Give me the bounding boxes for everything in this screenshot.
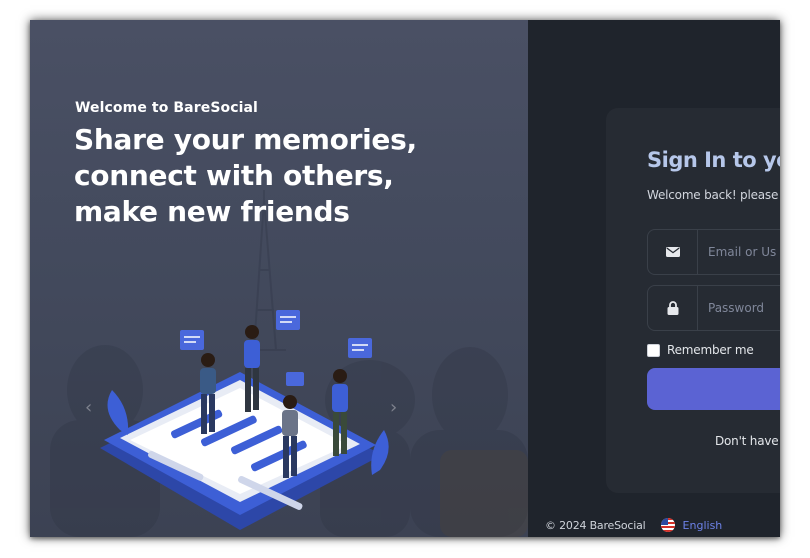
tagline-line-1: Share your memories, — [74, 123, 417, 156]
password-field[interactable] — [647, 285, 780, 331]
chevron-right-icon[interactable]: › — [390, 399, 397, 417]
email-input[interactable] — [708, 242, 780, 262]
language-selector[interactable]: English — [683, 519, 723, 532]
email-icon-box — [648, 230, 698, 274]
password-icon-box — [648, 286, 698, 330]
welcome-text: Welcome to BareSocial — [75, 100, 258, 116]
hero-section: Welcome to BareSocial Share your memorie… — [30, 20, 528, 537]
remember-label: Remember me — [667, 343, 754, 357]
tagline-line-2: connect with others, — [74, 159, 394, 192]
remember-me[interactable]: Remember me — [647, 343, 754, 357]
signin-title: Sign In to yo — [647, 148, 780, 172]
remember-checkbox[interactable] — [647, 343, 660, 357]
copyright-text: © 2024 BareSocial — [545, 518, 646, 532]
us-flag-icon — [660, 518, 675, 532]
auth-panel: Sign In to yo Welcome back! please Email… — [528, 20, 780, 537]
footer: © 2024 BareSocial English — [545, 518, 722, 532]
social-illustration — [100, 310, 389, 530]
signup-prompt: Don't have — [715, 434, 779, 448]
app-window: Welcome to BareSocial Share your memorie… — [30, 20, 780, 537]
tagline-line-3: make new friends — [74, 195, 350, 228]
signin-subtitle: Welcome back! please — [647, 188, 779, 202]
password-input[interactable] — [708, 298, 780, 318]
email-field[interactable] — [647, 229, 780, 275]
hero-tagline: Share your memories, connect with others… — [74, 122, 454, 230]
signin-card: Sign In to yo Welcome back! please Email… — [606, 108, 780, 493]
envelope-icon — [665, 247, 680, 257]
lock-icon — [667, 301, 678, 315]
signin-button[interactable] — [647, 368, 780, 410]
